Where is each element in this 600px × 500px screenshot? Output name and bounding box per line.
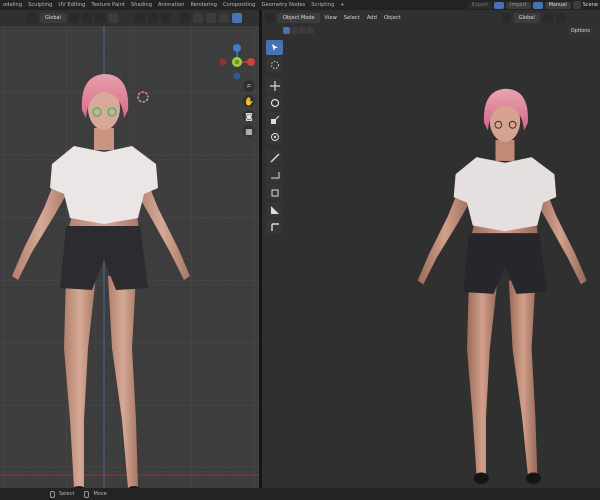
options-dropdown[interactable]: Options — [566, 26, 594, 36]
corner-icon[interactable] — [266, 219, 283, 234]
snap-icon[interactable] — [555, 13, 566, 23]
menu-add[interactable]: Add — [365, 15, 379, 21]
select-invert-icon[interactable] — [307, 27, 314, 34]
export-button[interactable]: Export — [467, 1, 492, 9]
proportional-icon[interactable] — [94, 13, 105, 23]
tab-shading[interactable]: Shading — [128, 0, 155, 10]
pivot-icon[interactable] — [68, 13, 79, 23]
character-model-front[interactable] — [4, 48, 204, 488]
left-viewport[interactable] — [0, 26, 259, 488]
orientation-dropdown-right[interactable]: Global — [513, 13, 540, 23]
import-toggle-icon[interactable] — [493, 1, 504, 9]
visibility-icon[interactable] — [134, 13, 145, 23]
blender-window: odeling Sculpting UV Editing Texture Pai… — [0, 0, 600, 500]
pivot-icon[interactable] — [542, 13, 553, 23]
tab-texture-paint[interactable]: Texture Paint — [88, 0, 127, 10]
shading-rendered-icon[interactable] — [231, 13, 242, 23]
menu-view[interactable]: View — [323, 15, 339, 21]
manual-button[interactable]: Manual — [544, 1, 571, 9]
menu-select[interactable]: Select — [342, 15, 362, 21]
xray-icon[interactable] — [179, 13, 190, 23]
transform-orientation-icon[interactable] — [500, 13, 511, 23]
left-viewport-header: Global — [0, 10, 259, 26]
mouse-left-icon — [50, 490, 55, 498]
editor-type-icon[interactable] — [265, 13, 275, 23]
shading-wire-icon[interactable] — [192, 13, 203, 23]
tab-animation[interactable]: Animation — [155, 0, 187, 10]
orientation-dropdown[interactable]: Global — [40, 13, 66, 23]
topbar-right: Export Import Manual Scene — [467, 0, 600, 10]
proportional-falloff-icon[interactable] — [107, 13, 118, 23]
select-new-icon[interactable] — [283, 27, 290, 34]
camera-icon[interactable]: ◙ — [243, 110, 255, 122]
tab-uv-editing[interactable]: UV Editing — [55, 0, 88, 10]
edit-icon[interactable] — [266, 202, 283, 217]
status-move: Move — [93, 491, 107, 497]
right-viewport-header: Object Mode View Select Add Object Globa… — [262, 10, 600, 26]
shading-solid-icon[interactable] — [205, 13, 216, 23]
measure-icon[interactable] — [266, 167, 283, 182]
status-bar: Select Move — [0, 488, 600, 500]
tab-modeling[interactable]: odeling — [0, 0, 25, 10]
status-select: Select — [59, 491, 75, 497]
tool-shelf — [266, 40, 283, 240]
tab-rendering[interactable]: Rendering — [187, 0, 220, 10]
mouse-middle-icon — [84, 490, 90, 498]
transform-icon[interactable] — [266, 129, 283, 144]
import-button[interactable]: Import — [505, 1, 531, 9]
scale-icon[interactable] — [266, 112, 283, 127]
grid-icon[interactable]: ▦ — [243, 125, 255, 137]
character-model-render[interactable] — [410, 58, 600, 488]
select-extend-icon[interactable] — [291, 27, 298, 34]
gizmo-icon[interactable] — [147, 13, 158, 23]
scene-icon[interactable] — [572, 1, 581, 9]
cursor-icon[interactable] — [266, 57, 283, 72]
annotate-icon[interactable] — [266, 150, 283, 165]
add-workspace-button[interactable]: + — [337, 0, 347, 10]
select-mode-group — [283, 27, 314, 34]
manual-toggle-icon[interactable] — [532, 1, 543, 9]
navigation-gizmo[interactable] — [215, 42, 259, 84]
tab-compositing[interactable]: Compositing — [220, 0, 259, 10]
hand-icon[interactable]: ✋ — [243, 95, 255, 107]
snap-icon[interactable] — [81, 13, 92, 23]
move-icon[interactable] — [266, 78, 283, 93]
tab-sculpting[interactable]: Sculpting — [25, 0, 55, 10]
scene-selector[interactable]: Scene — [583, 2, 598, 8]
tab-geometry-nodes[interactable]: Geometry Nodes — [258, 0, 308, 10]
shading-material-icon[interactable] — [218, 13, 229, 23]
menu-object[interactable]: Object — [382, 15, 403, 21]
rotate-icon[interactable] — [266, 95, 283, 110]
select-subtract-icon[interactable] — [299, 27, 306, 34]
right-viewport[interactable] — [262, 26, 600, 488]
zoom-icon[interactable]: ⌕ — [243, 80, 255, 92]
transform-orientation-icon[interactable] — [27, 13, 37, 23]
mode-dropdown[interactable]: Object Mode — [278, 13, 320, 23]
tab-scripting[interactable]: Scripting — [308, 0, 337, 10]
overlay-icon[interactable] — [160, 13, 171, 23]
select-box-icon[interactable] — [266, 40, 283, 55]
workspace-bar: odeling Sculpting UV Editing Texture Pai… — [0, 0, 600, 10]
add-cube-icon[interactable] — [266, 184, 283, 199]
